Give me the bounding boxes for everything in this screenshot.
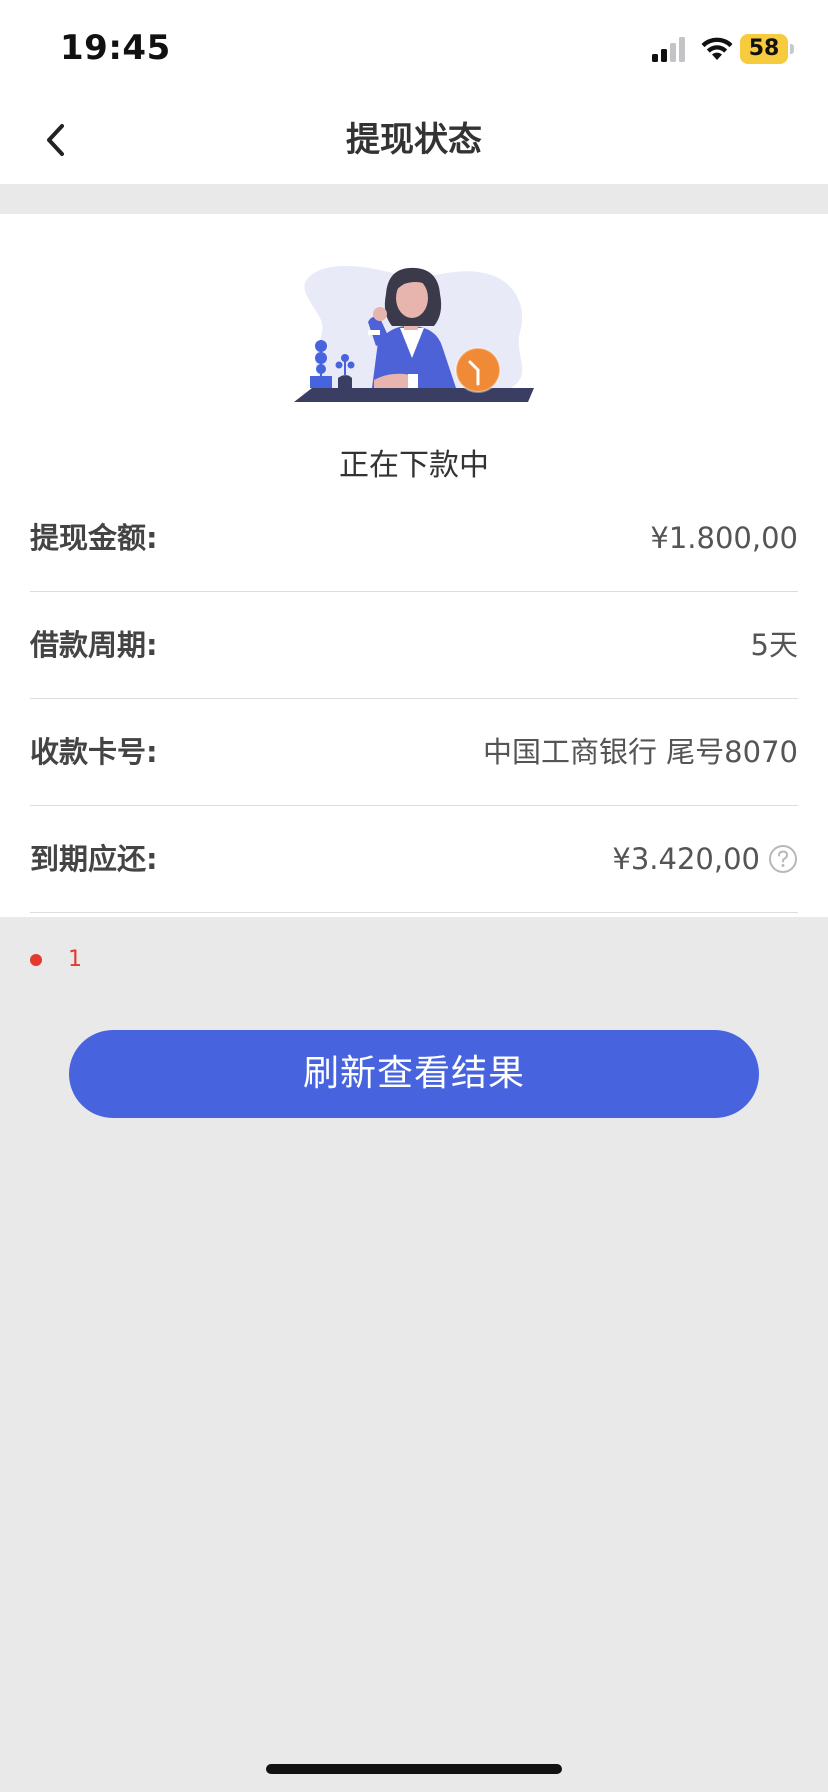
battery-tip [790,44,794,54]
chevron-left-icon [47,124,64,156]
error-dot-icon [30,954,42,966]
detail-value: ¥3.420,00 [612,842,760,876]
question-circle-icon[interactable] [768,844,798,874]
status-text: 正在下款中 [339,448,489,483]
detail-label: 提现金额: [30,521,158,555]
detail-value: 中国工商银行 尾号8070 [482,735,798,769]
detail-label: 到期应还: [30,842,158,876]
nav-bar: 提现状态 [0,96,828,184]
refresh-button[interactable]: 刷新查看结果 [69,1030,759,1118]
detail-row-period: 借款周期: 5天 [30,592,798,699]
battery-level: 58 [740,34,788,64]
back-button[interactable] [28,110,88,170]
status-time: 19:45 [60,28,171,68]
error-marker-text: 1 [68,947,82,972]
signal-icon [652,37,685,62]
woman-waiting-clock-illustration [294,265,534,402]
home-indicator [266,1764,562,1774]
error-marker: 1 [30,946,230,976]
detail-label: 收款卡号: [30,735,158,769]
detail-value: 5天 [750,628,798,662]
detail-value: ¥1.800,00 [650,521,798,555]
battery-icon: 58 [740,34,794,64]
wifi-icon [701,37,733,60]
status-card: 正在下款中 提现金额: ¥1.800,00 借款周期: 5天 收款卡号: 中国工… [0,214,828,917]
detail-row-card: 收款卡号: 中国工商银行 尾号8070 [30,699,798,806]
section-divider [0,184,828,214]
status-bar: 19:45 58 [0,0,828,96]
page-title: 提现状态 [346,120,482,160]
detail-row-amount: 提现金额: ¥1.800,00 [30,485,798,592]
detail-label: 借款周期: [30,628,158,662]
detail-row-due: 到期应还: ¥3.420,00 [30,806,798,913]
